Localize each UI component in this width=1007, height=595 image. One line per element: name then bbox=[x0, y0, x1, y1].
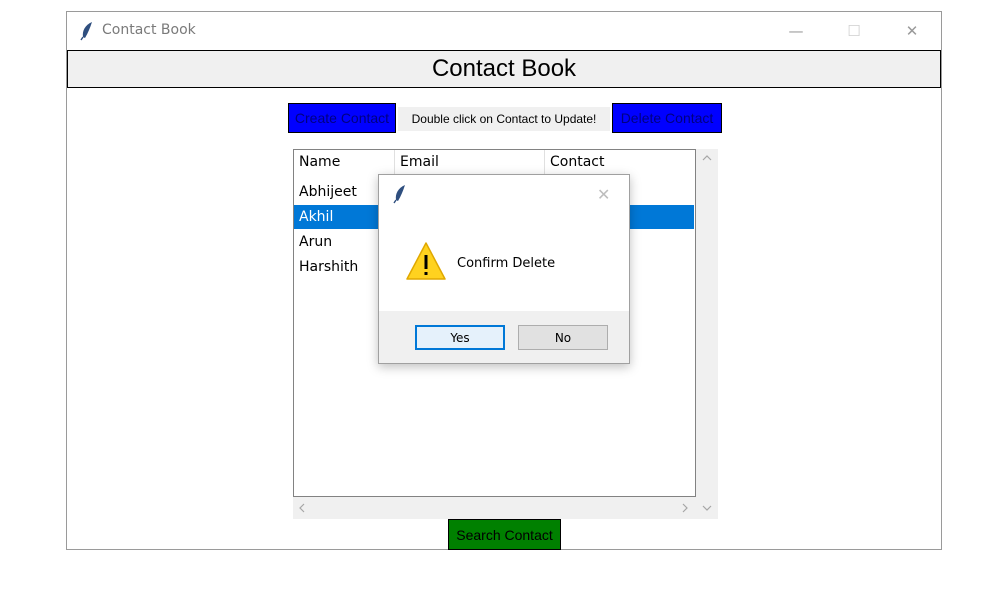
maximize-icon: ☐ bbox=[847, 22, 861, 40]
update-hint-label: Double click on Contact to Update! bbox=[398, 107, 610, 131]
close-button[interactable]: ✕ bbox=[883, 12, 941, 50]
scroll-down-icon[interactable] bbox=[702, 505, 712, 512]
close-icon: ✕ bbox=[905, 22, 919, 40]
dialog-close-icon[interactable]: ✕ bbox=[597, 185, 610, 204]
column-header-contact[interactable]: Contact bbox=[545, 150, 695, 175]
maximize-button[interactable]: ☐ bbox=[825, 12, 883, 50]
horizontal-scrollbar[interactable] bbox=[293, 497, 696, 519]
page-title: Contact Book bbox=[67, 50, 941, 88]
minimize-icon: — bbox=[788, 22, 804, 40]
dialog-message: Confirm Delete bbox=[457, 256, 556, 271]
yes-button[interactable]: Yes bbox=[415, 325, 505, 350]
scroll-left-icon[interactable] bbox=[298, 503, 305, 513]
delete-contact-button[interactable]: Delete Contact bbox=[612, 103, 722, 133]
column-header-email[interactable]: Email bbox=[395, 150, 545, 175]
table-header: Name Email Contact bbox=[294, 150, 695, 175]
feather-icon bbox=[80, 22, 92, 41]
create-contact-button[interactable]: Create Contact bbox=[288, 103, 396, 133]
feather-icon bbox=[393, 185, 405, 204]
column-header-name[interactable]: Name bbox=[294, 150, 394, 175]
search-contact-button[interactable]: Search Contact bbox=[448, 519, 561, 550]
vertical-scrollbar[interactable] bbox=[696, 149, 718, 519]
minimize-button[interactable]: — bbox=[767, 12, 825, 50]
no-button[interactable]: No bbox=[518, 325, 608, 350]
title-bar[interactable]: Contact Book — ☐ ✕ bbox=[67, 12, 941, 50]
scroll-right-icon[interactable] bbox=[682, 503, 689, 513]
window-title: Contact Book bbox=[102, 22, 196, 38]
scroll-up-icon[interactable] bbox=[702, 154, 712, 161]
warning-icon bbox=[406, 242, 446, 280]
confirm-delete-dialog: ✕ Confirm Delete Yes No bbox=[378, 174, 630, 364]
